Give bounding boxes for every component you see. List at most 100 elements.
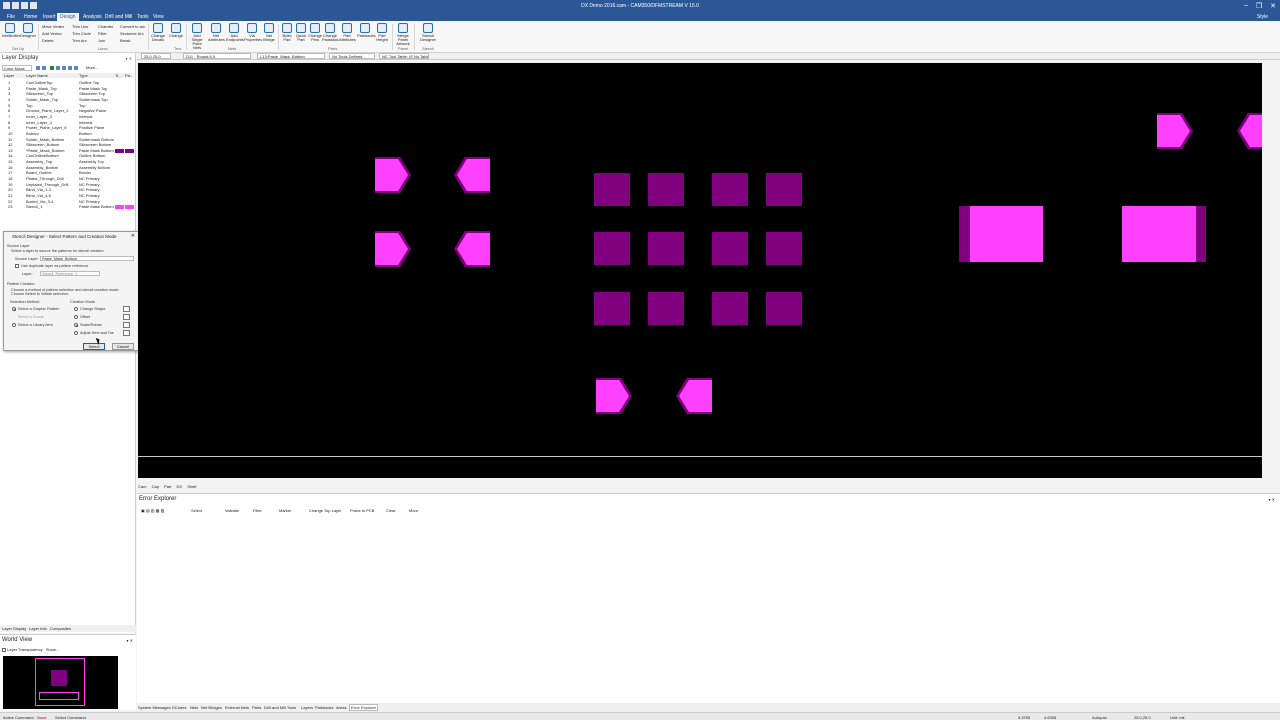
- more-menu[interactable]: More...: [86, 65, 98, 70]
- move-vertex-button[interactable]: Move Vertex: [42, 24, 64, 29]
- library-item-radio[interactable]: [12, 323, 16, 327]
- add-endpoints-button[interactable]: Add Endpoints: [226, 23, 244, 42]
- save-icon[interactable]: [36, 66, 40, 70]
- panel-pin-close[interactable]: ▾ ✕: [126, 56, 132, 61]
- designer-button[interactable]: Designer: [20, 23, 36, 38]
- padstacks-button[interactable]: Padstacks: [357, 23, 375, 38]
- layer-row[interactable]: 23 Stencil_1 Paste Mask Bottom: [2, 204, 134, 210]
- menu-insert[interactable]: Insert: [40, 14, 59, 20]
- world-view-minimap[interactable]: [3, 656, 118, 709]
- col-type[interactable]: Type: [79, 73, 88, 78]
- reference-layer-input[interactable]: Stencil_Reference_1: [40, 271, 100, 276]
- tab-drill-mill-tools[interactable]: Drill and Mill Tools: [264, 705, 296, 710]
- layer-color-swatch[interactable]: [115, 205, 124, 210]
- paste-pad[interactable]: [594, 232, 630, 265]
- net-attributes-button[interactable]: Net Attributes: [208, 23, 225, 42]
- tab-layers[interactable]: Layers: [301, 705, 313, 710]
- tab-ds[interactable]: DS: [177, 484, 183, 489]
- grid-select[interactable]: 25.0 25.0: [141, 53, 171, 59]
- trim-arc-button[interactable]: Trim Arc: [72, 38, 87, 43]
- filter-dropdown[interactable]: Filter: [253, 508, 262, 513]
- trim-circle-button[interactable]: Trim Circle: [72, 31, 91, 36]
- change-top-layer-button[interactable]: Change Top Layer: [309, 508, 342, 513]
- tab-error-explorer[interactable]: Error Explorer: [349, 704, 378, 711]
- chamfer-button[interactable]: Chamfer: [98, 24, 113, 29]
- probe-to-pcb-button[interactable]: Probe to PCB: [350, 508, 374, 513]
- paste-pad[interactable]: [594, 173, 630, 206]
- stencil-designer-button[interactable]: Stencil Designer: [420, 23, 436, 42]
- col-layer[interactable]: Layer: [4, 73, 14, 78]
- active-layer-select[interactable]: L13:Paste_Mask_Bottom: [257, 53, 325, 59]
- select-dropdown[interactable]: Select: [191, 508, 202, 513]
- tab-net-bridges[interactable]: Net Bridges: [201, 705, 222, 710]
- tab-system-messages[interactable]: System Messages: [138, 705, 171, 710]
- tab-layer-info[interactable]: Layer Info: [29, 626, 47, 631]
- join-button[interactable]: Join: [98, 38, 105, 43]
- paste-pad[interactable]: [766, 292, 802, 325]
- paste-pad[interactable]: [594, 292, 630, 325]
- layer-visibility-icon[interactable]: [68, 66, 72, 70]
- fillet-button[interactable]: Fillet: [98, 31, 106, 36]
- color-mode-select[interactable]: Color Mode: [2, 65, 32, 71]
- paste-pad[interactable]: [648, 292, 684, 325]
- offset-radio[interactable]: [74, 315, 78, 319]
- paste-pad[interactable]: [712, 292, 748, 325]
- layer-down-icon[interactable]: [62, 66, 66, 70]
- change-pins-button[interactable]: Change Pins: [307, 23, 323, 42]
- style-menu[interactable]: Style: [1257, 14, 1268, 20]
- minimize-button[interactable]: –: [1244, 2, 1248, 10]
- sectorize-arc-button[interactable]: Sectorize Arc: [120, 31, 144, 36]
- duplicate-layer-checkbox[interactable]: [15, 264, 19, 268]
- paste-pad[interactable]: [712, 232, 748, 265]
- show-menu[interactable]: Show...: [46, 647, 59, 652]
- menu-design[interactable]: Design: [57, 13, 79, 21]
- part-height-button[interactable]: Part Height: [374, 23, 390, 42]
- graphic-pattern-radio[interactable]: [12, 307, 16, 311]
- tool-select[interactable]: No Tools Defined: [329, 53, 375, 59]
- part-attributes-button[interactable]: Part Attributes: [339, 23, 356, 42]
- tab-areas[interactable]: Areas: [336, 705, 346, 710]
- canvas-scrollbar[interactable]: [1262, 63, 1280, 478]
- paste-pad[interactable]: [766, 232, 802, 265]
- tab-dcodes[interactable]: DCodes: [172, 705, 186, 710]
- clear-button[interactable]: Clear: [386, 508, 396, 513]
- marker-dropdown[interactable]: Marker: [279, 508, 291, 513]
- scale-rotate-radio[interactable]: [74, 323, 78, 327]
- layer-color-swatch[interactable]: [125, 148, 134, 153]
- col-transparency[interactable]: Tr..: [115, 73, 121, 78]
- change-text-button[interactable]: Change: [168, 23, 184, 38]
- tab-external-nets[interactable]: External Nets: [225, 705, 249, 710]
- net-bridge-button[interactable]: Net Bridge: [261, 23, 277, 42]
- select-button[interactable]: Select: [83, 343, 105, 350]
- add-vertex-button[interactable]: Add Vertex: [42, 31, 62, 36]
- convert-to-arc-button[interactable]: Convert to arc: [120, 24, 145, 29]
- heel-toe-radio[interactable]: [74, 331, 78, 335]
- dialog-close-button[interactable]: ✕: [131, 233, 135, 239]
- source-layer-select[interactable]: Paste_Mask_Bottom: [40, 256, 134, 261]
- layer-color-icon[interactable]: [74, 66, 78, 70]
- menu-analysis[interactable]: Analysis: [80, 14, 105, 20]
- stencil-pad[interactable]: [970, 206, 1043, 262]
- change-shape-radio[interactable]: [74, 307, 78, 311]
- stencil-pad[interactable]: [1240, 115, 1262, 147]
- add-layer-icon[interactable]: [50, 66, 54, 70]
- tab-cam[interactable]: Cam: [138, 484, 146, 489]
- cancel-button[interactable]: Cancel: [112, 343, 134, 350]
- pcb-canvas[interactable]: [138, 63, 1262, 478]
- break-button[interactable]: Break: [120, 38, 130, 43]
- paste-pad[interactable]: [648, 173, 684, 206]
- delete-vertex-button[interactable]: Delete: [42, 38, 54, 43]
- menu-home[interactable]: Home: [21, 14, 40, 20]
- paste-pad[interactable]: [712, 173, 748, 206]
- tab-part[interactable]: Part: [164, 484, 171, 489]
- add-single-point-nets-button[interactable]: Add Single Point Nets: [189, 23, 205, 50]
- via-properties-button[interactable]: Via Properties: [244, 23, 262, 42]
- menu-file[interactable]: File: [4, 14, 18, 20]
- more-dropdown[interactable]: More: [409, 508, 418, 513]
- close-button[interactable]: ✕: [1270, 2, 1276, 10]
- panel-pin-close[interactable]: ▾ ✕: [127, 638, 133, 643]
- validate-dropdown[interactable]: Validate: [225, 508, 239, 513]
- tab-composites[interactable]: Composites: [50, 626, 71, 631]
- tab-shelf[interactable]: Shelf: [187, 484, 196, 489]
- col-pattern[interactable]: Pa..: [125, 73, 132, 78]
